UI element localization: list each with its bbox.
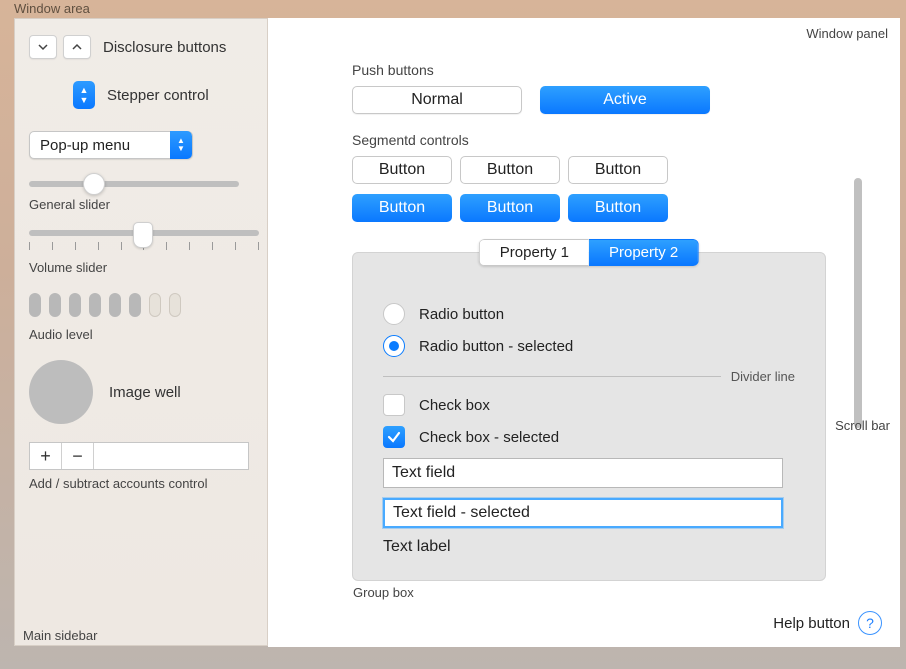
tab-property-1[interactable]: Property 1 — [479, 239, 589, 266]
radio-selected-label: Radio button - selected — [419, 338, 573, 355]
image-well-label: Image well — [109, 384, 181, 401]
slider-thumb[interactable] — [83, 173, 105, 195]
chevron-down-icon — [38, 42, 48, 52]
volume-slider-label: Volume slider — [29, 260, 253, 275]
popup-down-icon: ▼ — [177, 145, 185, 153]
tab-property-2[interactable]: Property 2 — [589, 239, 699, 266]
segment-2[interactable]: Button — [460, 156, 560, 184]
segment-1-active[interactable]: Button — [352, 194, 452, 222]
popup-menu[interactable]: Pop-up menu ▲ ▼ — [29, 131, 193, 159]
window-area-label: Window area — [14, 1, 90, 16]
checkmark-icon — [387, 430, 401, 444]
subtract-button[interactable]: − — [62, 443, 94, 469]
segment-2-active[interactable]: Button — [460, 194, 560, 222]
checkbox-selected[interactable] — [383, 426, 405, 448]
stepper-control[interactable]: ▲ ▼ — [73, 81, 95, 109]
checkbox-unselected[interactable] — [383, 394, 405, 416]
stepper-up-icon: ▲ — [80, 86, 89, 95]
tab-bar: Property 1 Property 2 — [479, 239, 699, 266]
popup-knob[interactable]: ▲ ▼ — [170, 131, 192, 159]
group-box: Property 1 Property 2 Radio button Radio… — [352, 252, 826, 581]
help-label: Help button — [773, 615, 850, 632]
disclosure-label: Disclosure buttons — [103, 39, 226, 56]
window-panel-label: Window panel — [806, 26, 888, 41]
segment-3-active[interactable]: Button — [568, 194, 668, 222]
segmented-control-active: Button Button Button — [352, 194, 668, 222]
stepper-down-icon: ▼ — [80, 96, 89, 105]
audio-level-label: Audio level — [29, 327, 253, 342]
help-button[interactable]: ? — [858, 611, 882, 635]
main-sidebar: Disclosure buttons ▲ ▼ Stepper control P… — [14, 18, 268, 646]
radio-label: Radio button — [419, 306, 504, 323]
checkbox-selected-label: Check box - selected — [419, 429, 559, 446]
popup-value: Pop-up menu — [40, 137, 130, 154]
text-field-selected[interactable]: Text field - selected — [383, 498, 783, 528]
segment-3[interactable]: Button — [568, 156, 668, 184]
general-slider-label: General slider — [29, 197, 253, 212]
group-box-label: Group box — [353, 585, 414, 600]
window-panel: Window panel Push buttons Normal Active … — [268, 18, 900, 647]
volume-slider[interactable] — [29, 230, 259, 236]
push-button-active[interactable]: Active — [540, 86, 710, 114]
text-field[interactable]: Text field — [383, 458, 783, 488]
main-sidebar-label: Main sidebar — [23, 628, 97, 643]
segmented-control-normal: Button Button Button — [352, 156, 668, 184]
scrollbar-label: Scroll bar — [835, 418, 890, 433]
add-button[interactable]: + — [30, 443, 62, 469]
image-well[interactable] — [29, 360, 93, 424]
push-buttons-label: Push buttons — [352, 62, 840, 78]
general-slider[interactable] — [29, 181, 239, 187]
add-subtract-control: + − — [29, 442, 249, 470]
push-button-normal[interactable]: Normal — [352, 86, 522, 114]
divider-label: Divider line — [731, 369, 795, 384]
divider: Divider line — [383, 369, 795, 384]
stepper-label: Stepper control — [107, 87, 209, 104]
addsub-label: Add / subtract accounts control — [29, 476, 253, 491]
radio-unselected[interactable] — [383, 303, 405, 325]
checkbox-label: Check box — [419, 397, 490, 414]
volume-thumb[interactable] — [133, 222, 153, 248]
disclosure-up-button[interactable] — [63, 35, 91, 59]
audio-level-indicator — [29, 293, 253, 317]
chevron-up-icon — [72, 42, 82, 52]
segmented-label: Segmentd controls — [352, 132, 840, 148]
radio-selected[interactable] — [383, 335, 405, 357]
disclosure-down-button[interactable] — [29, 35, 57, 59]
segment-1[interactable]: Button — [352, 156, 452, 184]
scrollbar[interactable] — [854, 178, 862, 428]
text-label: Text label — [383, 538, 795, 556]
